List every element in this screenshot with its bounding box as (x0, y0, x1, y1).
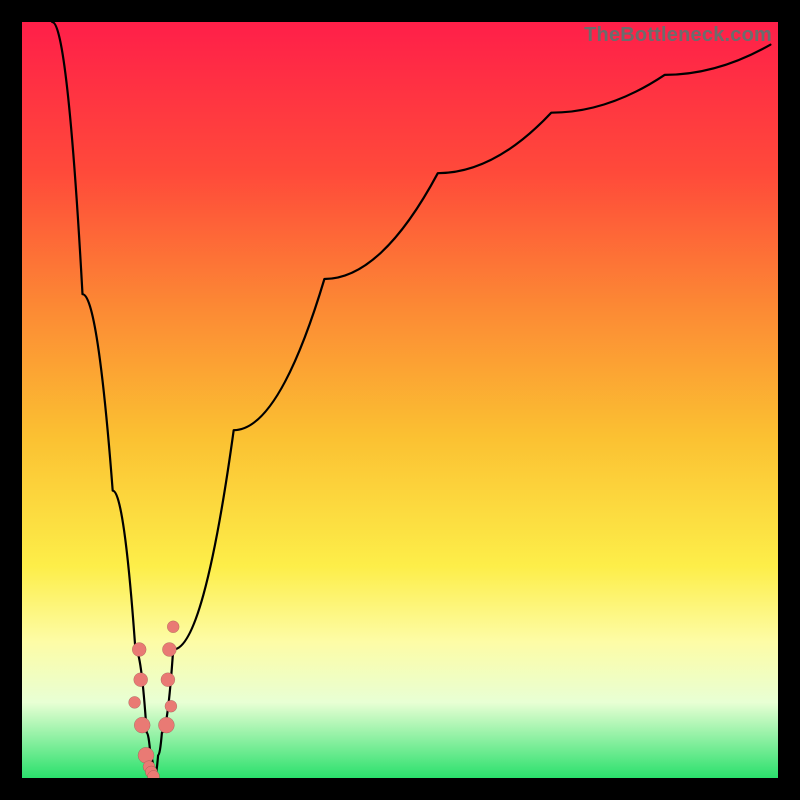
marker-point (134, 673, 148, 687)
marker-point (161, 673, 175, 687)
curve-right (154, 45, 770, 778)
plot-area: TheBottleneck.com (22, 22, 778, 778)
marker-point (129, 696, 141, 708)
marker-point (138, 747, 154, 763)
marker-point (167, 621, 179, 633)
marker-point (162, 643, 176, 657)
markers-group (129, 621, 180, 778)
marker-point (132, 643, 146, 657)
chart-frame: TheBottleneck.com (0, 0, 800, 800)
marker-point (158, 717, 174, 733)
curve-left (52, 22, 154, 778)
marker-point (165, 700, 177, 712)
marker-point (134, 717, 150, 733)
chart-svg (22, 22, 778, 778)
